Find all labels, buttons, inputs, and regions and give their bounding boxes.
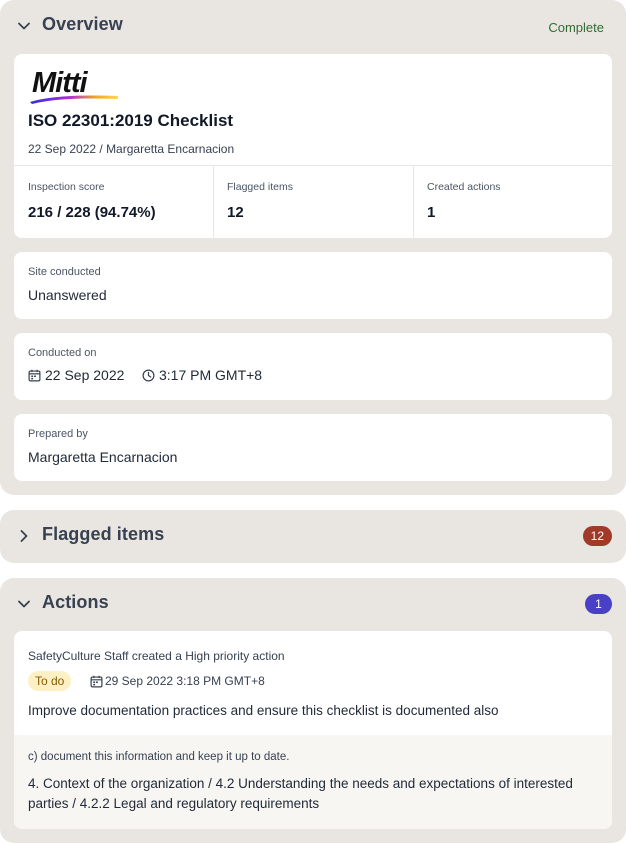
svg-text:Mitti: Mitti — [32, 67, 89, 99]
action-question-reference: c) document this information and keep it… — [14, 735, 612, 829]
conducted-time: 3:17 PM GMT+8 — [159, 367, 263, 383]
action-card[interactable]: SafetyCulture Staff created a High prior… — [14, 631, 612, 829]
conducted-date: 22 Sep 2022 — [45, 367, 125, 383]
company-logo: Mitti — [30, 67, 118, 104]
report-header-card: Mitti ISO 22301:2019 Checklist 22 Sep 20… — [14, 54, 612, 238]
action-author: SafetyCulture Staff created a High prior… — [28, 649, 285, 663]
stat-value: 216 / 228 (94.74%) — [28, 204, 156, 221]
actions-header[interactable]: Actions 1 — [0, 578, 626, 630]
prepared-by-card: Prepared by Margaretta Encarnacion — [14, 414, 612, 481]
chevron-down-icon — [18, 600, 30, 608]
stat-inspection-score: Inspection score 216 / 228 (94.74%) — [14, 165, 213, 238]
site-conducted-value: Unanswered — [28, 287, 107, 303]
chevron-down-icon — [18, 22, 30, 30]
stat-label: Inspection score — [28, 181, 105, 193]
status-complete-label: Complete — [548, 20, 604, 35]
prepared-by-label: Prepared by — [28, 428, 88, 440]
flagged-count-badge: 12 — [582, 526, 612, 546]
conducted-on-label: Conducted on — [28, 347, 97, 359]
flagged-items-panel[interactable]: Flagged items 12 — [0, 510, 626, 563]
prepared-by-value: Margaretta Encarnacion — [28, 449, 178, 465]
chevron-right-icon — [20, 530, 28, 542]
question-text: c) document this information and keep it… — [28, 751, 290, 763]
flagged-items-title: Flagged items — [42, 524, 165, 544]
question-path: 4. Context of the organization / 4.2 Und… — [28, 776, 573, 811]
stat-label: Created actions — [427, 181, 501, 193]
clock-icon — [142, 369, 155, 382]
action-due-date: 29 Sep 2022 3:18 PM GMT+8 — [105, 674, 265, 688]
stat-flagged-items: Flagged items 12 — [213, 165, 413, 238]
overview-title: Overview — [42, 14, 123, 34]
overview-header[interactable]: Overview Complete — [0, 0, 626, 52]
action-title: Improve documentation practices and ensu… — [28, 703, 499, 718]
actions-panel: Actions 1 SafetyCulture Staff created a … — [0, 578, 626, 843]
report-subtitle: 22 Sep 2022 / Margaretta Encarnacion — [28, 142, 235, 156]
site-conducted-label: Site conducted — [28, 266, 101, 278]
status-badge: To do — [28, 671, 72, 691]
report-title: ISO 22301:2019 Checklist — [28, 111, 234, 130]
actions-title: Actions — [42, 592, 109, 612]
stat-value: 1 — [427, 204, 436, 221]
calendar-icon — [28, 369, 41, 382]
stat-value: 12 — [227, 204, 244, 221]
actions-count-badge: 1 — [585, 594, 612, 614]
calendar-icon — [90, 675, 103, 688]
stat-label: Flagged items — [227, 181, 293, 193]
site-conducted-card: Site conducted Unanswered — [14, 252, 612, 319]
conducted-on-card: Conducted on 22 Sep 2022 3:17 PM GMT+8 — [14, 333, 612, 400]
overview-panel: Overview Complete Mitti ISO 22301:2019 C… — [0, 0, 626, 495]
stat-created-actions: Created actions 1 — [413, 165, 612, 238]
